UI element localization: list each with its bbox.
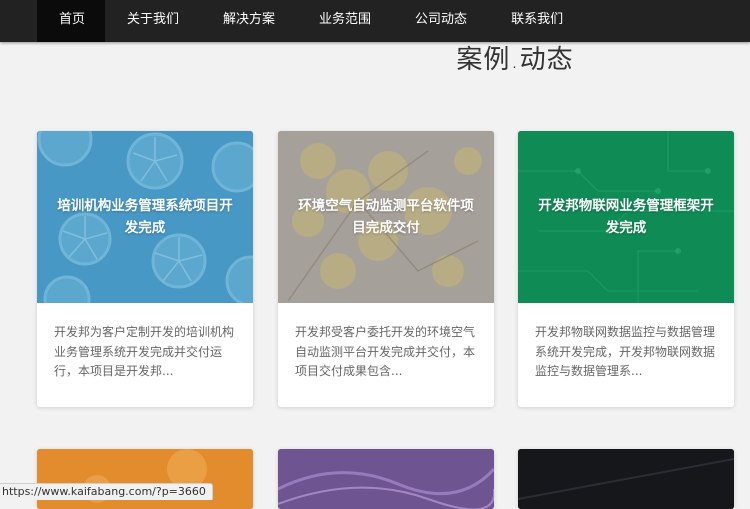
card-excerpt: 开发邦物联网数据监控与数据管理系统开发完成，开发邦物联网数据监控与数据管理系..… [535,325,716,378]
case-card-row2-1[interactable] [37,449,253,509]
card-thumbnail[interactable]: 开发邦物联网业务管理框架开发完成 [518,131,734,303]
nav-menu: 首页 关于我们 解决方案 业务范围 公司动态 联系我们 [37,0,585,42]
card-title[interactable]: 培训机构业务管理系统项目开发完成 [37,195,253,239]
card-thumbnail[interactable] [37,449,253,509]
case-card-row2-3[interactable] [518,449,734,509]
case-card-iot[interactable]: 开发邦物联网业务管理框架开发完成 开发邦物联网数据监控与数据管理系统开发完成，开… [518,131,734,407]
link-status-bar: https://www.kaifabang.com/?p=3660 [0,483,213,500]
section-title: 案例.动态 [456,45,574,75]
case-card-training[interactable]: 培训机构业务管理系统项目开发完成 开发邦为客户定制开发的培训机构业务管理系统开发… [37,131,253,407]
case-card-air-monitor[interactable]: 环境空气自动监测平台软件项目完成交付 开发邦受客户委托开发的环境空气自动监测平台… [278,131,494,407]
card-title[interactable]: 环境空气自动监测平台软件项目完成交付 [278,195,494,239]
dark-image [518,449,734,509]
top-navbar: 首页 关于我们 解决方案 业务范围 公司动态 联系我们 [0,0,750,42]
nav-item-about[interactable]: 关于我们 [105,0,201,42]
purple-abstract-image [278,449,494,509]
nav-item-services[interactable]: 业务范围 [297,0,393,42]
card-thumbnail[interactable] [278,449,494,509]
nav-item-contact[interactable]: 联系我们 [489,0,585,42]
card-thumbnail[interactable] [518,449,734,509]
card-title[interactable]: 开发邦物联网业务管理框架开发完成 [518,195,734,239]
case-card-row2-2[interactable] [278,449,494,509]
nav-item-home[interactable]: 首页 [37,0,105,42]
card-excerpt: 开发邦受客户委托开发的环境空气自动监测平台开发完成并交付，本项目交付成果包含..… [295,325,476,378]
orange-image [37,449,253,509]
card-thumbnail[interactable]: 培训机构业务管理系统项目开发完成 [37,131,253,303]
card-excerpt: 开发邦为客户定制开发的培训机构业务管理系统开发完成并交付运行，本项目是开发邦..… [54,325,235,378]
nav-item-news[interactable]: 公司动态 [393,0,489,42]
card-thumbnail[interactable]: 环境空气自动监测平台软件项目完成交付 [278,131,494,303]
nav-item-solutions[interactable]: 解决方案 [201,0,297,42]
